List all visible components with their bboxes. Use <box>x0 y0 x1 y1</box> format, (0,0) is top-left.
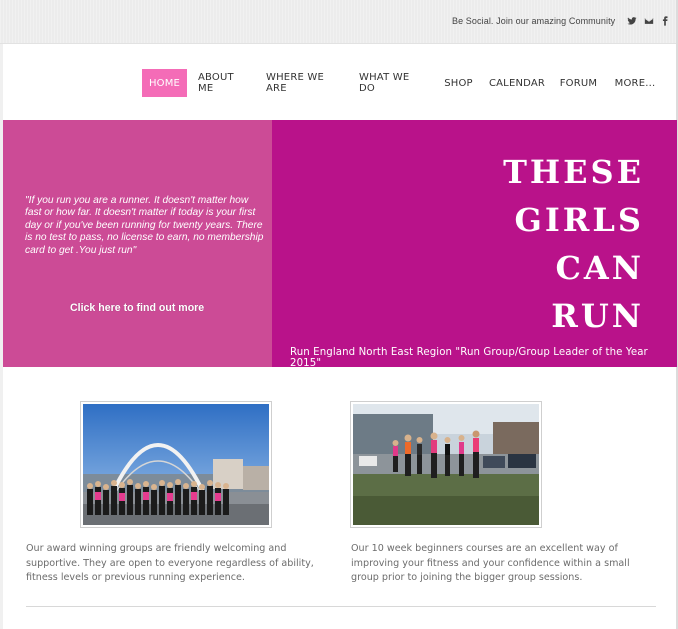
social-tagline: Be Social. Join our amazing Community <box>452 16 616 26</box>
slogan-line-4: RUN <box>551 297 644 335</box>
nav-about-me[interactable]: ABOUT ME <box>198 69 250 97</box>
feature-caption-beginners: Our 10 week beginners courses are an exc… <box>351 543 630 584</box>
nav-forum[interactable]: FORUM <box>560 69 597 97</box>
hero-quote: "If you run you are a runner. It doesn't… <box>25 195 264 256</box>
award-text: Run England North East Region "Run Group… <box>290 347 648 369</box>
section-divider <box>26 606 656 607</box>
nav-home[interactable]: HOME <box>142 69 187 97</box>
nav-calendar[interactable]: CALENDAR <box>489 69 545 97</box>
email-icon[interactable] <box>643 14 655 28</box>
top-social-bar: Be Social. Join our amazing Community <box>0 0 678 44</box>
slogan-line-1: THESE <box>503 153 644 191</box>
slogan-line-3: CAN <box>555 249 644 287</box>
nav-more[interactable]: MORE... <box>614 69 656 97</box>
slogan-line-2: GIRLS <box>514 201 644 239</box>
nav-shop[interactable]: SHOP <box>444 69 473 97</box>
nav-where-we-are[interactable]: WHERE WE ARE <box>266 69 343 97</box>
group-photo-bridge <box>80 401 272 528</box>
nav-what-we-do[interactable]: WHAT WE DO <box>359 69 427 97</box>
twitter-icon[interactable] <box>626 14 638 28</box>
facebook-icon[interactable] <box>659 14 671 28</box>
beginners-course-photo <box>350 401 542 528</box>
feature-caption-groups: Our award winning groups are friendly we… <box>26 543 314 584</box>
find-out-more-link[interactable]: Click here to find out more <box>70 302 204 314</box>
